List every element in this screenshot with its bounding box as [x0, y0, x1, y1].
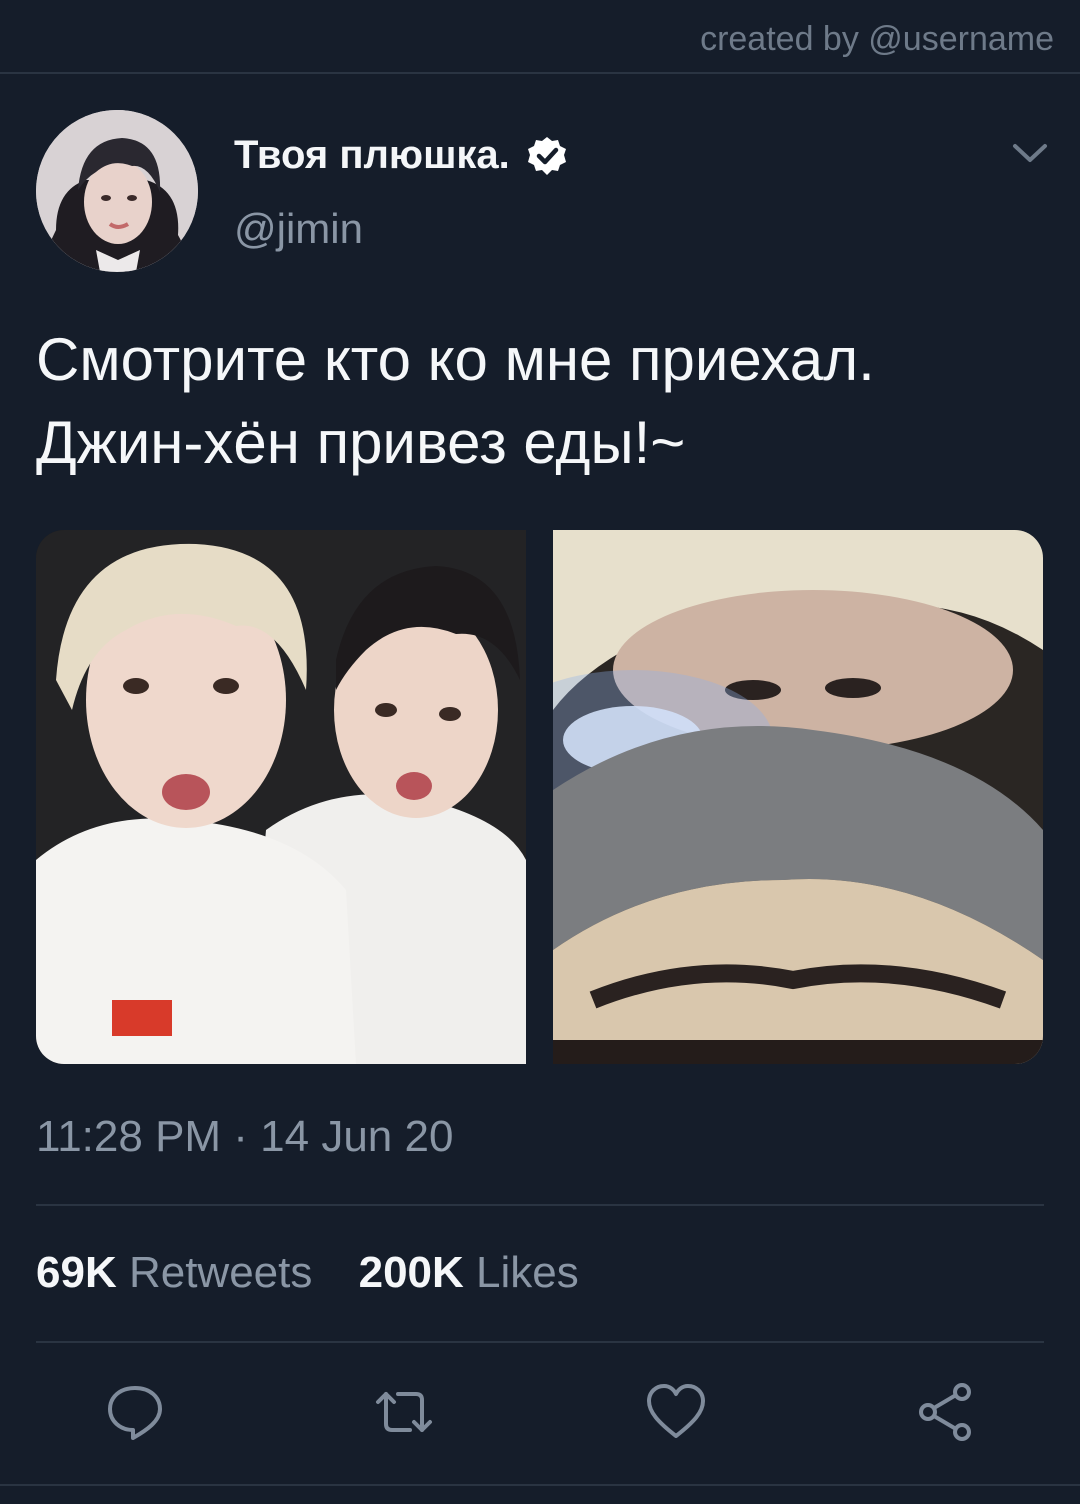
share-icon[interactable] [914, 1380, 978, 1444]
tweet-stats: 69K Retweets 200K Likes [36, 1248, 613, 1298]
user-handle[interactable]: @jimin [234, 205, 363, 253]
divider [36, 1204, 1044, 1206]
bottom-divider [0, 1484, 1080, 1486]
divider [36, 1341, 1044, 1343]
tweet-text: Смотрите кто ко мне приехал. Джин-хён пр… [36, 318, 1046, 484]
heart-icon[interactable] [644, 1380, 708, 1444]
chevron-down-icon[interactable] [1010, 140, 1050, 168]
avatar-image [36, 110, 198, 272]
top-bar: created by @username [0, 0, 1080, 74]
likes-stat[interactable]: 200K Likes [359, 1248, 579, 1297]
tweet-photo-1[interactable] [36, 530, 526, 1064]
photo-selfie-two-people [36, 530, 526, 1064]
tweet-text-line-2: Джин-хён привез еды!~ [36, 409, 686, 476]
retweets-stat[interactable]: 69K Retweets [36, 1248, 312, 1297]
likes-label: Likes [476, 1248, 579, 1297]
tweet-timestamp[interactable]: 11:28 PM · 14 Jun 20 [36, 1112, 453, 1162]
reply-icon[interactable] [103, 1380, 167, 1444]
verified-badge-icon [526, 135, 568, 177]
retweet-icon[interactable] [372, 1380, 436, 1444]
retweets-label: Retweets [128, 1248, 313, 1297]
display-name-text: Твоя плюшка. [234, 133, 510, 177]
display-name[interactable]: Твоя плюшка. [234, 133, 568, 178]
tweet-text-line-1: Смотрите кто ко мне приехал. [36, 326, 875, 393]
retweets-count: 69K [36, 1248, 117, 1297]
tweet-photo-2[interactable] [553, 530, 1043, 1064]
avatar[interactable] [36, 110, 198, 272]
credit-label: created by @username [700, 20, 1054, 58]
photo-selfie-hat [553, 530, 1043, 1064]
likes-count: 200K [358, 1248, 464, 1297]
